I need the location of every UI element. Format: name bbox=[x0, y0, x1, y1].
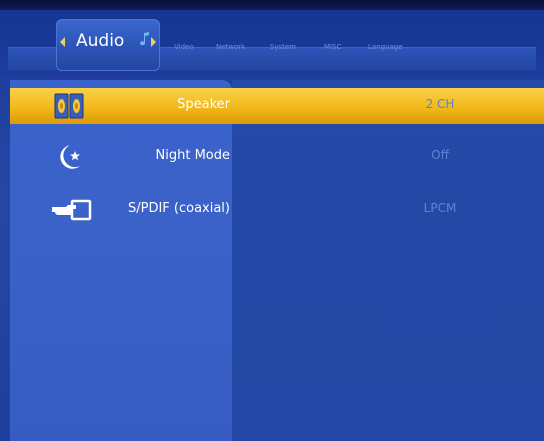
setting-value: 2 CH bbox=[425, 97, 455, 111]
options-sidebar bbox=[10, 80, 232, 441]
top-strip bbox=[0, 0, 544, 10]
tab-audio[interactable]: Audio bbox=[56, 19, 160, 71]
setting-row-speaker[interactable]: Speaker 2 CH bbox=[10, 88, 544, 124]
setting-label: Speaker bbox=[177, 97, 230, 112]
pointing-hand-icon bbox=[52, 199, 92, 221]
setting-value: Off bbox=[431, 148, 449, 162]
values-panel bbox=[232, 80, 544, 441]
tab-video[interactable]: Video bbox=[174, 43, 194, 51]
tab-misc[interactable]: MISC bbox=[324, 43, 341, 51]
tab-audio-label: Audio bbox=[76, 31, 125, 51]
tab-network[interactable]: Network bbox=[216, 43, 245, 51]
speaker-icon bbox=[54, 93, 84, 119]
setting-value: LPCM bbox=[423, 201, 457, 215]
tab-language[interactable]: Language bbox=[368, 43, 403, 51]
music-note-icon bbox=[140, 32, 149, 46]
moon-star-icon bbox=[60, 145, 80, 169]
setting-row-night-mode[interactable]: Night Mode Off bbox=[10, 139, 544, 175]
setting-row-spdif[interactable]: S/PDIF (coaxial) LPCM bbox=[10, 192, 544, 228]
arrow-left-icon[interactable] bbox=[60, 37, 65, 47]
setting-label: S/PDIF (coaxial) bbox=[127, 201, 230, 216]
tab-system[interactable]: System bbox=[270, 43, 296, 51]
setting-label: Night Mode bbox=[155, 148, 230, 163]
settings-screen: Audio Video Network System MISC Language… bbox=[0, 0, 544, 441]
arrow-right-icon[interactable] bbox=[151, 37, 156, 47]
